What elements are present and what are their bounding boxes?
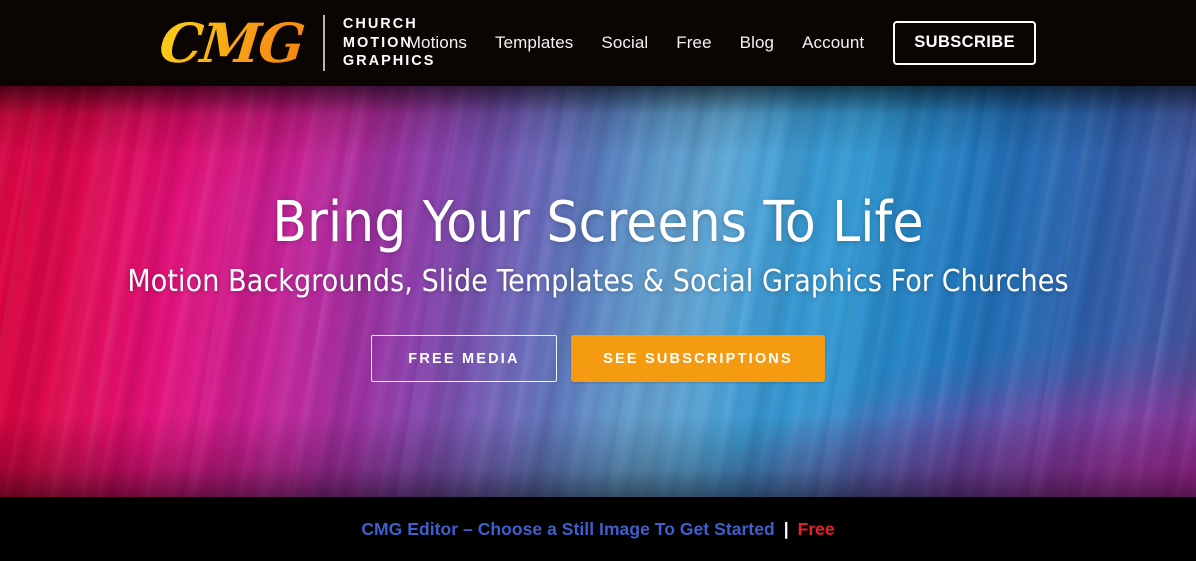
editor-promo-inner: CMG Editor – Choose a Still Image To Get… bbox=[361, 519, 834, 540]
editor-promo-bar: CMG Editor – Choose a Still Image To Get… bbox=[0, 497, 1196, 561]
nav-item-account[interactable]: Account bbox=[788, 33, 878, 53]
see-subscriptions-button[interactable]: SEE SUBSCRIPTIONS bbox=[571, 335, 825, 382]
free-badge-link[interactable]: Free bbox=[798, 519, 835, 540]
main-navigation: Motions Templates Social Free Blog Accou… bbox=[407, 0, 1036, 86]
site-header: CMG Church Motion Graphics Motions Templ… bbox=[0, 0, 1196, 86]
cmg-editor-link[interactable]: CMG Editor – Choose a Still Image To Get… bbox=[361, 519, 774, 540]
promo-separator: | bbox=[783, 518, 789, 539]
nav-item-free[interactable]: Free bbox=[662, 33, 725, 53]
nav-item-templates[interactable]: Templates bbox=[481, 33, 587, 53]
page-root: CMG Church Motion Graphics Motions Templ… bbox=[0, 0, 1196, 561]
hero-headline: Bring Your Screens To Life bbox=[272, 190, 924, 255]
logo-tagline-line-2: Motion bbox=[342, 34, 413, 51]
subscribe-button[interactable]: SUBSCRIBE bbox=[893, 21, 1036, 65]
hero-banner: Bring Your Screens To Life Motion Backgr… bbox=[0, 86, 1196, 497]
site-logo[interactable]: CMG Church Motion Graphics bbox=[157, 8, 435, 78]
nav-item-social[interactable]: Social bbox=[587, 33, 662, 53]
cmg-wordmark-icon: CMG bbox=[157, 11, 312, 75]
nav-item-motions[interactable]: Motions bbox=[407, 33, 481, 53]
hero-subheadline: Motion Backgrounds, Slide Templates & So… bbox=[127, 264, 1069, 299]
hero-content: Bring Your Screens To Life Motion Backgr… bbox=[0, 86, 1196, 497]
logo-divider bbox=[322, 15, 325, 71]
free-media-button[interactable]: FREE MEDIA bbox=[371, 335, 557, 382]
nav-item-blog[interactable]: Blog bbox=[726, 33, 788, 53]
hero-cta-row: FREE MEDIA SEE SUBSCRIPTIONS bbox=[371, 335, 825, 382]
